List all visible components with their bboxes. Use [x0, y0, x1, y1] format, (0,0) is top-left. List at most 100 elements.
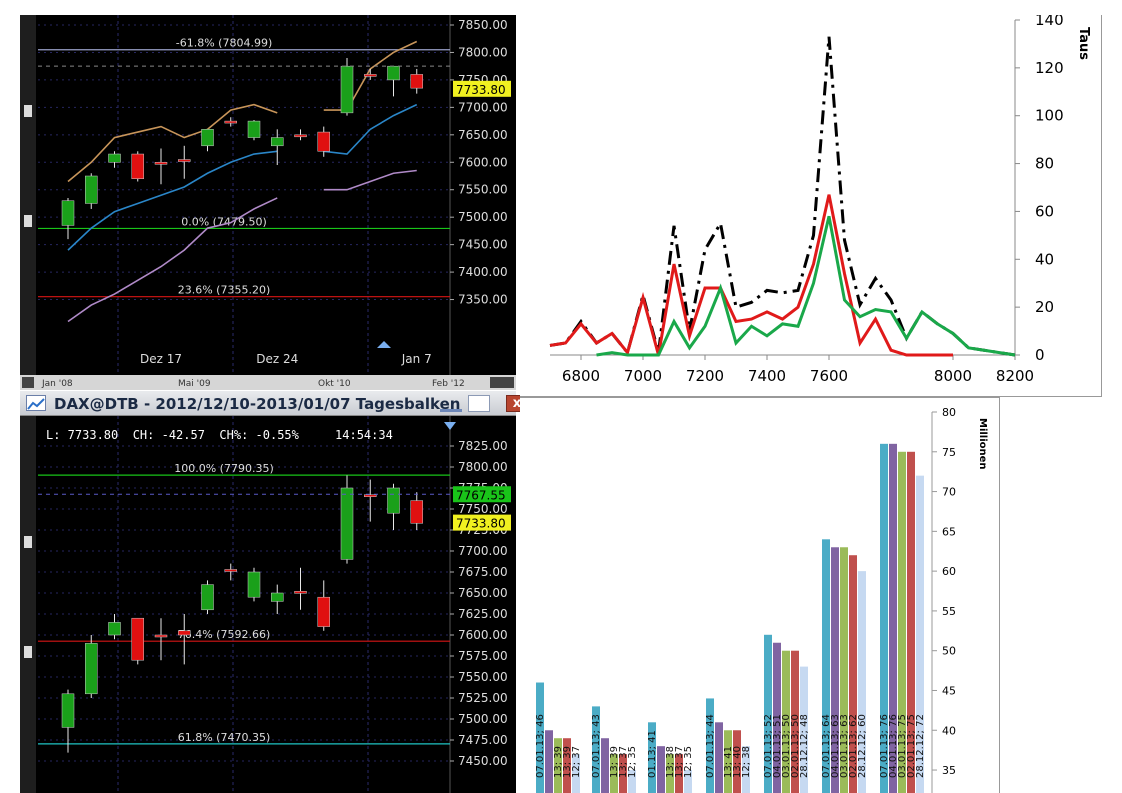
band-line-lower: [323, 169, 417, 191]
left-scroll-strip: [20, 15, 36, 390]
y-tick-label: 7450.00: [458, 238, 508, 252]
bar-data-label: 07.01.13; 46: [535, 714, 546, 778]
y-tick-label: 7500.00: [458, 712, 508, 726]
triangle-marker-icon: [444, 422, 456, 430]
x-tick-label: Dez 17: [140, 352, 182, 366]
band-line-upper: [67, 103, 278, 183]
quote-info-bar: L: 7733.80 CH: -42.57 CH%: -0.55% 14:54:…: [46, 428, 393, 442]
grouped-bar-chart: 80 75 70 65 60 55 50 45 40 35 Millionen 07.01.13; 4…: [520, 397, 1000, 793]
triangle-marker-icon: [377, 341, 391, 348]
fib-level-label: -61.8% (7804.99): [176, 37, 272, 50]
y-tick-label: 70: [942, 486, 956, 499]
distribution-line-chart-svg: 6800 7000 7200 7400 7600 8000 82000 20 40 60 80 100…: [549, 15, 1091, 385]
candle-body: [294, 591, 307, 594]
y-tick-label: 120: [1035, 59, 1064, 77]
candlestick-chart-top: 7850.00 7800.00 7750.00 7700.00 7650.00 7600.…: [20, 15, 516, 390]
y-tick-label: 7800.00: [458, 460, 508, 474]
x-tick-label: 7200: [686, 367, 724, 385]
candle-body: [61, 693, 75, 728]
y-tick-label: 65: [942, 525, 956, 538]
candle-body: [294, 134, 307, 138]
price-tag-label: 7733.80: [456, 517, 506, 531]
price-tag-label: 7733.80: [456, 83, 506, 97]
band-line-middle: [323, 103, 418, 155]
y-tick-label: 7650.00: [458, 128, 508, 142]
bar-data-label: 07.01.13; 43: [591, 714, 602, 778]
y-tick-label: 80: [942, 406, 956, 419]
y-tick-label: 60: [1035, 202, 1054, 220]
y-tick-label: 35: [942, 764, 956, 777]
y-tick-label: 7525.00: [458, 691, 508, 705]
candle-body: [387, 487, 400, 514]
candle-body: [340, 487, 354, 560]
candle-body: [85, 643, 98, 695]
y-tick-label: 7800.00: [458, 45, 508, 59]
candle-body: [224, 569, 237, 572]
bar-data-label: 28.12.12; 72: [915, 714, 926, 778]
bar: [715, 722, 723, 793]
y-tick-label: 7350.00: [458, 293, 508, 307]
y-tick-label: 40: [1035, 250, 1054, 268]
x-tick-label: 6800: [562, 367, 600, 385]
y-tick-label: 7475.00: [458, 733, 508, 747]
y-tick-label: 60: [942, 565, 956, 578]
candle-body: [224, 120, 237, 124]
last-price: L: 7733.80: [46, 428, 119, 442]
candle-body: [364, 74, 377, 77]
candle-body: [410, 500, 423, 524]
chart-window-icon: [26, 395, 46, 411]
minimize-button[interactable]: [440, 395, 462, 412]
y-tick-label: 7650.00: [458, 586, 508, 600]
y-axis-title: Taus: [1076, 27, 1091, 60]
y-tick-label: 55: [942, 605, 956, 618]
candle-body: [317, 131, 330, 152]
distribution-line-chart: 6800 7000 7200 7400 7600 8000 8200 0 20 40 60 80 100…: [520, 15, 1102, 397]
bar-data-label: 12; 35: [627, 746, 638, 778]
candle-body: [364, 494, 377, 497]
left-scroll-strip: [20, 416, 36, 793]
y-tick-label: 7500.00: [458, 210, 508, 224]
scroll-handle-icon: [24, 646, 32, 658]
bar-data-label: 07.01.13; 44: [705, 714, 716, 778]
grouped-bar-chart-svg: 80 75 70 65 60 55 50 45 40 35 Millionen 07.01.13; 4…: [535, 406, 988, 793]
bar: [657, 746, 665, 793]
y-tick-label: 7600.00: [458, 628, 508, 642]
candle-body: [387, 65, 400, 81]
candle-body: [247, 571, 261, 598]
candle-body: [201, 584, 214, 611]
fib-level-label: 76.4% (7592.66): [178, 628, 271, 641]
y-tick-label: 7575.00: [458, 649, 508, 663]
window-titlebar[interactable]: DAX@DTB - 2012/12/10-2013/01/07 Tagesbal…: [20, 390, 528, 416]
candle-body: [271, 137, 284, 147]
candlestick-chart-bottom-svg: 7825.007800.007775.007750.007725.007700.…: [20, 416, 511, 793]
bar-data-label: 01.13; 41: [647, 730, 658, 778]
fib-level-label: 23.6% (7355.20): [178, 284, 271, 297]
bar-data-label: 12; 38: [741, 746, 752, 778]
y-tick-label: 7550.00: [458, 670, 508, 684]
y-tick-label: 7625.00: [458, 607, 508, 621]
x-tick-label: Jan 7: [401, 352, 432, 366]
scroll-handle-icon: [24, 536, 32, 548]
y-tick-label: 75: [942, 446, 956, 459]
scroll-handle-icon: [24, 105, 32, 117]
y-tick-label: 0: [1035, 346, 1045, 364]
maximize-button[interactable]: [468, 395, 490, 412]
navigator-label: Jan '08: [41, 379, 73, 389]
bar-data-label: 12; 37: [571, 746, 582, 778]
candle-body: [154, 162, 168, 165]
y-tick-label: 7675.00: [458, 565, 508, 579]
y-tick-label: 80: [1035, 155, 1054, 173]
x-tick-label: Dez 24: [256, 352, 298, 366]
y-tick-label: 40: [942, 724, 956, 737]
nav-right-arrow-icon: [490, 377, 514, 388]
navigator-label: Feb '12: [432, 379, 465, 389]
band-line-middle: [67, 150, 278, 251]
candle-body: [85, 175, 98, 204]
price-change-pct: CH%: -0.55%: [219, 428, 299, 442]
fib-level-label: 100.0% (7790.35): [174, 462, 274, 475]
y-tick-label: 7750.00: [458, 502, 508, 516]
series-line: [549, 194, 953, 357]
candle-body: [61, 200, 75, 226]
y-tick-label: 7600.00: [458, 155, 508, 169]
candle-body: [178, 630, 191, 636]
